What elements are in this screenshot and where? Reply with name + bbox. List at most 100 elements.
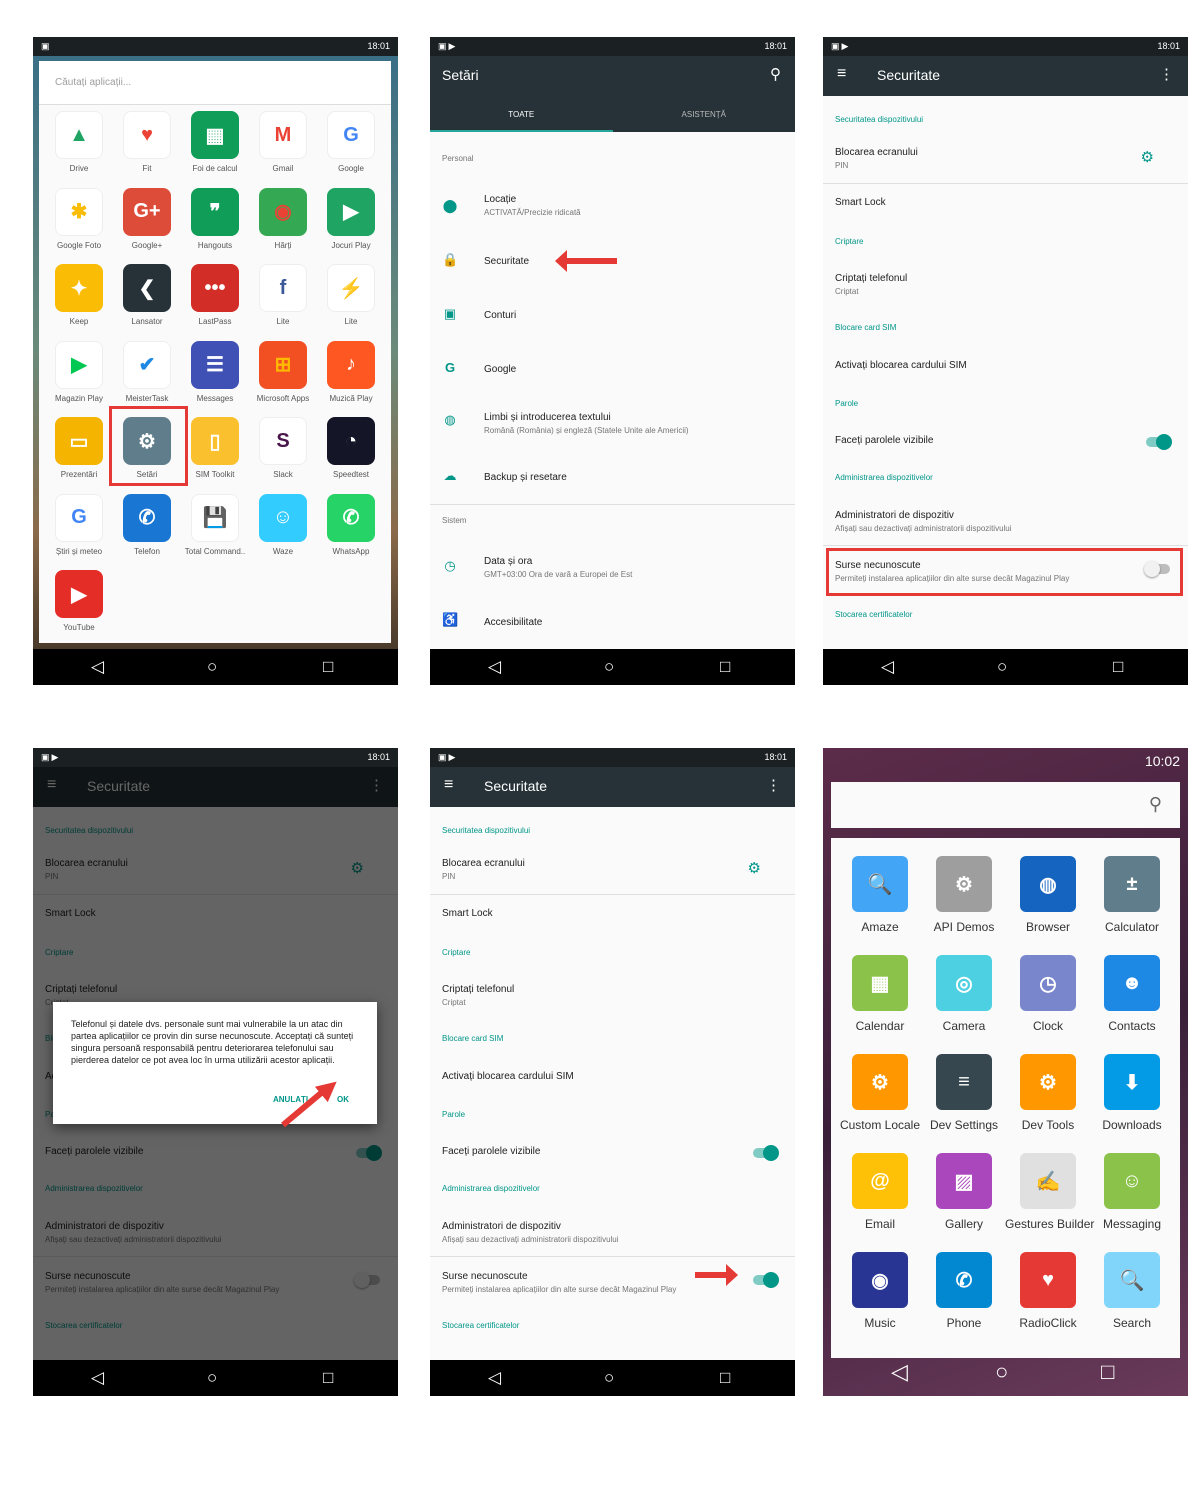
app-12[interactable]: ••• LastPass xyxy=(181,264,249,326)
back-icon[interactable]: ◁ xyxy=(488,1368,501,1388)
show-passwords-toggle[interactable] xyxy=(1146,434,1172,450)
recents-icon[interactable]: □ xyxy=(323,1368,333,1388)
app-4[interactable]: G Google xyxy=(317,111,385,173)
setting-sim-lock[interactable]: Activați blocarea cardului SIM xyxy=(835,360,967,371)
setting-accounts[interactable]: Conturi xyxy=(484,310,516,321)
app-6[interactable]: ◷ Clock xyxy=(1005,955,1091,1033)
setting-datetime[interactable]: Data și ora GMT+03:00 Ora de vară a Europ… xyxy=(484,556,632,579)
back-icon[interactable]: ◁ xyxy=(891,1359,908,1385)
home-icon[interactable]: ○ xyxy=(207,657,217,677)
setting-screen-lock[interactable]: Blocarea ecranului PIN xyxy=(442,858,525,881)
app-16[interactable]: ◉ Music xyxy=(837,1252,923,1330)
app-2[interactable]: ▦ Foi de calcul xyxy=(181,111,249,173)
ok-button[interactable]: OK xyxy=(337,1095,349,1104)
app-30[interactable]: ▶ YouTube xyxy=(45,570,113,632)
home-icon[interactable]: ○ xyxy=(995,1359,1008,1385)
setting-device-admins[interactable]: Administratori de dispozitiv Afișați sau … xyxy=(835,510,1012,533)
app-13[interactable]: f Lite xyxy=(249,264,317,326)
setting-encrypt[interactable]: Criptați telefonul Criptat xyxy=(442,984,514,1007)
home-icon[interactable]: ○ xyxy=(604,1368,614,1388)
app-15[interactable]: ☺ Messaging xyxy=(1089,1153,1175,1231)
app-19[interactable]: 🔍 Search xyxy=(1089,1252,1175,1330)
app-5[interactable]: ◎ Camera xyxy=(921,955,1007,1033)
gear-icon[interactable]: ⚙ xyxy=(1141,148,1154,166)
show-passwords-toggle[interactable] xyxy=(753,1145,779,1161)
recents-icon[interactable]: □ xyxy=(1101,1359,1114,1385)
app-0[interactable]: ▲ Drive xyxy=(45,111,113,173)
setting-encrypt[interactable]: Criptați telefonul Criptat xyxy=(835,273,907,296)
app-15[interactable]: ▶ Magazin Play xyxy=(45,340,113,403)
app-17[interactable]: ☰ Messages xyxy=(181,340,249,403)
app-20[interactable]: ▭ Prezentări xyxy=(45,417,113,479)
setting-sim-lock[interactable]: Activați blocarea cardului SIM xyxy=(442,1071,574,1082)
tab-help[interactable]: ASISTENȚĂ xyxy=(613,110,796,119)
app-14[interactable]: ⚡ Lite xyxy=(317,264,385,326)
app-7[interactable]: ❞ Hangouts xyxy=(181,187,249,250)
app-3[interactable]: M Gmail xyxy=(249,111,317,173)
back-icon[interactable]: ◁ xyxy=(91,1368,104,1388)
back-icon[interactable]: ◁ xyxy=(91,657,104,677)
app-1[interactable]: ♥ Fit xyxy=(113,111,181,173)
app-24[interactable]: ◔ Speedtest xyxy=(317,417,385,479)
search-icon[interactable]: ⚲ xyxy=(1149,794,1162,815)
setting-unknown-sources[interactable]: Surse necunoscute Permiteți instalarea ap… xyxy=(442,1271,676,1294)
app-28[interactable]: ☺ Waze xyxy=(249,493,317,556)
app-16[interactable]: ✔ MeisterTask xyxy=(113,340,181,403)
app-27[interactable]: 💾 Total Command.. xyxy=(181,493,249,556)
app-4[interactable]: ▦ Calendar xyxy=(837,955,923,1033)
app-19[interactable]: ♪ Muzică Play xyxy=(317,340,385,403)
setting-device-admins[interactable]: Administratori de dispozitiv Afișați sau … xyxy=(442,1221,619,1244)
setting-screen-lock[interactable]: Blocarea ecranului PIN xyxy=(835,147,918,170)
app-12[interactable]: @ Email xyxy=(837,1153,923,1231)
setting-accessibility[interactable]: Accesibilitate xyxy=(484,617,542,628)
back-icon[interactable]: ◁ xyxy=(881,657,894,677)
app-9[interactable]: ≡ Dev Settings xyxy=(921,1054,1007,1132)
app-18[interactable]: ⊞ Microsoft Apps xyxy=(249,340,317,403)
app-11[interactable]: ❮ Lansator xyxy=(113,264,181,326)
app-5[interactable]: ✱ Google Foto xyxy=(45,187,113,250)
recents-icon[interactable]: □ xyxy=(720,1368,730,1388)
app-9[interactable]: ▶ Jocuri Play xyxy=(317,187,385,250)
app-25[interactable]: G Știri și meteo xyxy=(45,493,113,556)
more-icon[interactable]: ⋮ xyxy=(766,776,781,794)
app-26[interactable]: ✆ Telefon xyxy=(113,493,181,556)
home-icon[interactable]: ○ xyxy=(207,1368,217,1388)
setting-google[interactable]: Google xyxy=(484,364,516,375)
setting-smart-lock[interactable]: Smart Lock xyxy=(442,908,493,919)
tab-all[interactable]: TOATE xyxy=(430,110,613,119)
setting-smart-lock[interactable]: Smart Lock xyxy=(835,197,886,208)
recents-icon[interactable]: □ xyxy=(1113,657,1123,677)
menu-icon[interactable]: ≡ xyxy=(837,65,846,83)
gear-icon[interactable]: ⚙ xyxy=(748,859,761,877)
app-8[interactable]: ⚙ Custom Locale xyxy=(837,1054,923,1132)
app-14[interactable]: ✍ Gestures Builder xyxy=(1005,1153,1094,1231)
app-8[interactable]: ◉ Hărți xyxy=(249,187,317,250)
app-10[interactable]: ⚙ Dev Tools xyxy=(1005,1054,1091,1132)
home-icon[interactable]: ○ xyxy=(604,657,614,677)
app-17[interactable]: ✆ Phone xyxy=(921,1252,1007,1330)
app-0[interactable]: 🔍 Amaze xyxy=(837,856,923,934)
app-13[interactable]: ▨ Gallery xyxy=(921,1153,1007,1231)
app-23[interactable]: S Slack xyxy=(249,417,317,479)
menu-icon[interactable]: ≡ xyxy=(444,776,453,794)
app-22[interactable]: ▯ SIM Toolkit xyxy=(181,417,249,479)
app-3[interactable]: ± Calculator xyxy=(1089,856,1175,934)
app-search-input[interactable]: Căutați aplicații... xyxy=(39,61,391,105)
unknown-sources-toggle[interactable] xyxy=(753,1272,779,1288)
setting-backup[interactable]: Backup și resetare xyxy=(484,472,567,483)
setting-show-passwords[interactable]: Faceți parolele vizibile xyxy=(442,1146,540,1157)
back-icon[interactable]: ◁ xyxy=(488,657,501,677)
home-icon[interactable]: ○ xyxy=(997,657,1007,677)
app-2[interactable]: ◍ Browser xyxy=(1005,856,1091,934)
more-icon[interactable]: ⋮ xyxy=(1159,65,1174,83)
app-1[interactable]: ⚙ API Demos xyxy=(921,856,1007,934)
search-icon[interactable]: ⚲ xyxy=(770,65,781,83)
app-6[interactable]: G+ Google+ xyxy=(113,187,181,250)
setting-show-passwords[interactable]: Faceți parolele vizibile xyxy=(835,435,933,446)
recents-icon[interactable]: □ xyxy=(720,657,730,677)
app-11[interactable]: ⬇ Downloads xyxy=(1089,1054,1175,1132)
app-29[interactable]: ✆ WhatsApp xyxy=(317,493,385,556)
setting-location[interactable]: Locație ACTIVATĂ/Precizie ridicată xyxy=(484,194,581,217)
setting-languages[interactable]: Limbi și introducerea textului Română (Ro… xyxy=(484,412,689,435)
recents-icon[interactable]: □ xyxy=(323,657,333,677)
